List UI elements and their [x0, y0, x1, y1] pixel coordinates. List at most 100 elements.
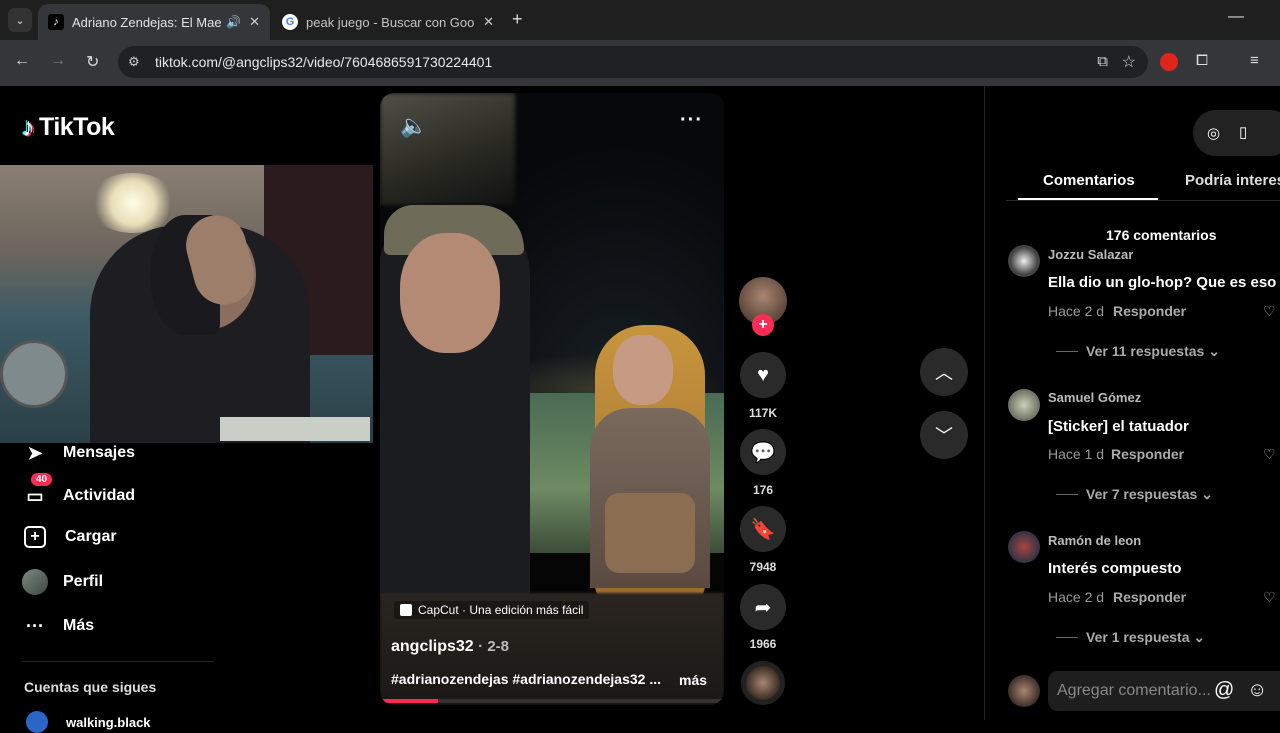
- tab-search-button[interactable]: ⌄: [8, 8, 32, 32]
- more-options-icon[interactable]: ···: [680, 109, 703, 132]
- site-info-icon[interactable]: ⚙: [128, 54, 140, 70]
- heart-icon[interactable]: ♡: [1263, 303, 1276, 320]
- sidebar-item-mas[interactable]: ··· Más: [22, 613, 94, 639]
- view-replies-button[interactable]: Ver 7 respuestas ⌄: [1086, 486, 1213, 503]
- sidebar-item-label: Mensajes: [63, 444, 136, 461]
- install-app-icon[interactable]: ⧉: [1097, 53, 1108, 70]
- comment-time: Hace 2 d: [1048, 589, 1105, 605]
- video-player[interactable]: 🔈 ··· CapCut · Una edición más fácil ang…: [380, 93, 724, 705]
- minimize-window-button[interactable]: —: [1228, 8, 1244, 26]
- share-count: 1966: [749, 637, 777, 651]
- notification-badge: 40: [31, 473, 53, 486]
- volume-icon[interactable]: 🔈: [400, 113, 427, 139]
- save-button[interactable]: 🔖: [740, 506, 786, 552]
- reply-button[interactable]: Responder: [1113, 589, 1186, 605]
- back-arrow-icon[interactable]: ←: [14, 52, 30, 70]
- sidebar-item-cargar[interactable]: + Cargar: [22, 526, 117, 548]
- comment-input[interactable]: Agregar comentario... @ ☺: [1048, 671, 1280, 711]
- follow-plus-icon[interactable]: +: [752, 314, 774, 336]
- comment-author[interactable]: Samuel Gómez: [1048, 390, 1141, 405]
- video-woman-face: [613, 335, 673, 405]
- video-progress-bar[interactable]: [380, 699, 724, 703]
- close-tab-icon[interactable]: ✕: [483, 14, 494, 30]
- description-more-link[interactable]: más: [679, 672, 707, 688]
- chevron-down-icon: ﹀: [935, 426, 953, 446]
- view-mode-toggle[interactable]: ◎ ▯: [1193, 110, 1280, 156]
- video-author[interactable]: angclips32 · 2-8: [391, 638, 509, 656]
- sidebar-item-label: Cargar: [65, 528, 117, 545]
- video-frame-blur: [380, 93, 515, 205]
- emoji-icon[interactable]: ☺: [1247, 679, 1267, 702]
- avatar[interactable]: [1008, 245, 1040, 277]
- view-replies-button[interactable]: Ver 11 respuestas ⌄: [1086, 343, 1220, 360]
- following-account[interactable]: walking.black: [26, 711, 151, 733]
- heart-icon[interactable]: ♡: [1263, 589, 1276, 606]
- reply-button[interactable]: Responder: [1113, 303, 1186, 319]
- comment-button[interactable]: 💬: [740, 429, 786, 475]
- like-button[interactable]: ♥: [740, 352, 786, 398]
- sidebar-item-actividad[interactable]: ▭ 40 Actividad: [22, 473, 136, 509]
- tiktok-favicon-icon: ♪: [48, 14, 64, 30]
- ceiling-light: [88, 173, 178, 233]
- logo-text: TikTok: [39, 113, 115, 141]
- share-button[interactable]: ➦: [740, 584, 786, 630]
- chevron-down-icon: ⌄: [15, 14, 25, 27]
- new-tab-button[interactable]: +: [512, 9, 523, 30]
- replies-line: [1056, 494, 1078, 495]
- reply-button[interactable]: Responder: [1111, 446, 1184, 462]
- save-count: 7948: [749, 560, 777, 574]
- comment-text: Interés compuesto: [1048, 560, 1182, 577]
- sidebar-divider: [22, 661, 214, 662]
- tab-comentarios[interactable]: Comentarios: [1043, 172, 1135, 189]
- following-account-name: walking.black: [66, 714, 151, 730]
- bookmark-star-icon[interactable]: ☆: [1122, 52, 1136, 72]
- capcut-watermark[interactable]: CapCut · Una edición más fácil: [394, 601, 590, 619]
- reload-icon[interactable]: ↻: [86, 52, 99, 72]
- comment-time: Hace 2 d: [1048, 303, 1105, 319]
- tab-podria-interesarte[interactable]: Podría interesarte: [1185, 172, 1280, 189]
- capcut-text: CapCut · Una edición más fácil: [418, 603, 584, 617]
- tab-title: peak juego - Buscar con Google: [306, 14, 476, 30]
- comment-input-placeholder: Agregar comentario...: [1057, 682, 1211, 699]
- tab-google[interactable]: G peak juego - Buscar con Google ✕: [272, 4, 504, 40]
- following-heading: Cuentas que sigues: [24, 679, 157, 695]
- view-replies-button[interactable]: Ver 1 respuesta ⌄: [1086, 629, 1205, 646]
- phone-icon[interactable]: ▯: [1239, 123, 1247, 141]
- sidebar-item-mensajes[interactable]: ➤ Mensajes: [22, 440, 135, 466]
- video-man-head: [400, 233, 500, 353]
- media-control-icon[interactable]: ≡: [1250, 52, 1259, 69]
- previous-video-button[interactable]: ︿: [920, 348, 968, 396]
- webcam-overlay: [0, 165, 373, 443]
- avatar: [26, 711, 48, 733]
- tab-tiktok[interactable]: ♪ Adriano Zendejas: El Maestro 🔊 ✕: [38, 4, 270, 40]
- extension-icon[interactable]: [1160, 53, 1178, 71]
- send-icon: ➤: [27, 442, 43, 463]
- sidebar-item-perfil[interactable]: Perfil: [22, 569, 103, 595]
- url-field[interactable]: ⚙ tiktok.com/@angclips32/video/760468659…: [118, 46, 1148, 78]
- sidebar-item-label: Perfil: [63, 573, 104, 590]
- video-progress-fill: [380, 699, 439, 703]
- compass-icon[interactable]: ◎: [1207, 124, 1220, 142]
- tiktok-logo[interactable]: ♪ TikTok: [22, 112, 115, 143]
- mention-icon[interactable]: @: [1214, 679, 1234, 702]
- sidebar-item-label: Actividad: [63, 487, 136, 504]
- avatar: [22, 569, 48, 595]
- forward-arrow-icon[interactable]: →: [50, 52, 66, 70]
- music-disc[interactable]: [741, 661, 785, 705]
- tab-audio-icon[interactable]: 🔊: [226, 15, 241, 29]
- avatar[interactable]: [1008, 389, 1040, 421]
- video-description[interactable]: #adrianozendejas #adrianozendejas32 ...: [391, 671, 666, 687]
- heart-icon[interactable]: ♡: [1263, 446, 1276, 463]
- capcut-icon: [400, 604, 412, 616]
- next-video-button[interactable]: ﹀: [920, 411, 968, 459]
- comment-count-heading: 176 comentarios: [1106, 227, 1217, 243]
- tab-title: Adriano Zendejas: El Maestro: [72, 14, 222, 30]
- url-text: tiktok.com/@angclips32/video/76046865917…: [155, 54, 493, 70]
- comment-author[interactable]: Jozzu Salazar: [1048, 247, 1133, 262]
- close-tab-icon[interactable]: ✕: [249, 14, 260, 30]
- comment-author[interactable]: Ramón de leon: [1048, 533, 1141, 548]
- google-favicon-icon: G: [282, 14, 298, 30]
- comment-time: Hace 1 d: [1048, 446, 1105, 462]
- avatar[interactable]: [1008, 531, 1040, 563]
- extensions-puzzle-icon[interactable]: ⧠: [1196, 52, 1208, 69]
